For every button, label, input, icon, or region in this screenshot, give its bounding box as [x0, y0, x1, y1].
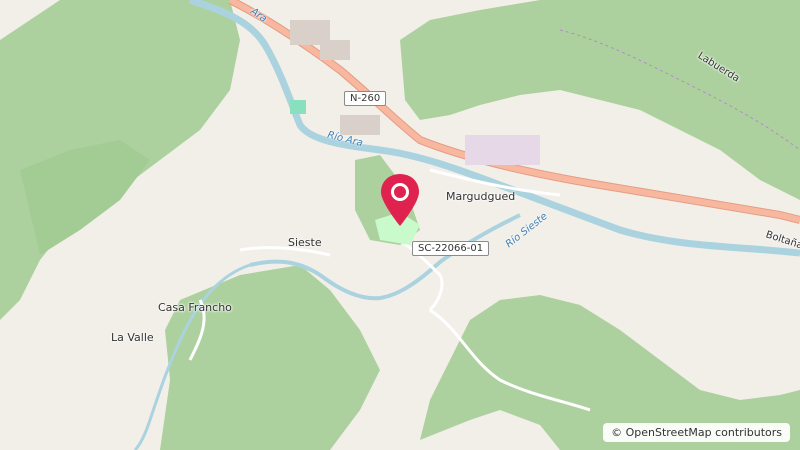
road-shield-sc22066: SC-22066-01: [412, 241, 490, 256]
copyright-symbol: ©: [611, 426, 623, 439]
sports-pitch: [290, 100, 306, 114]
place-label-la-valle: La Valle: [111, 331, 154, 344]
map-pin-icon[interactable]: [377, 172, 423, 228]
attribution-link[interactable]: OpenStreetMap contributors: [626, 426, 782, 439]
place-label-sieste: Sieste: [288, 236, 322, 249]
map-view[interactable]: Margudgued Sieste Casa Francho La Valle …: [0, 0, 800, 450]
road-shield-n260: N-260: [344, 91, 387, 106]
place-label-margudgued: Margudgued: [446, 190, 516, 203]
attribution: © OpenStreetMap contributors: [603, 423, 790, 442]
place-label-casa-francho: Casa Francho: [158, 301, 232, 314]
